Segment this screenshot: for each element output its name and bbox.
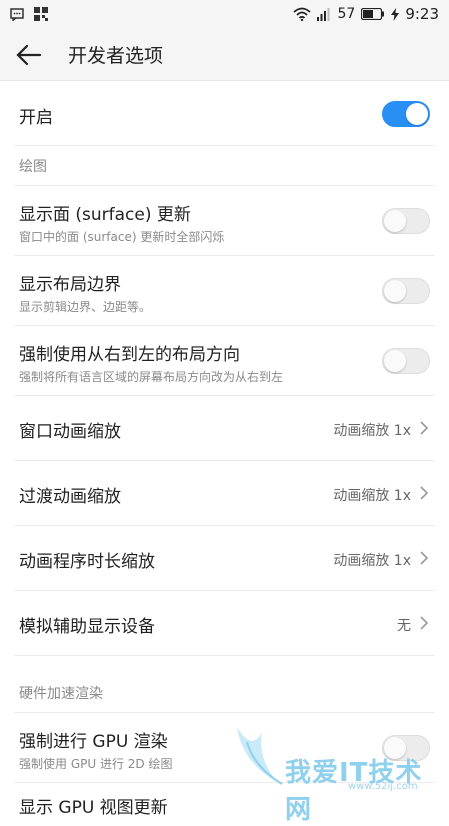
row-subtitle: 窗口中的面 (surface) 更新时全部闪烁 [19,230,225,244]
wifi-icon [293,7,312,21]
row-title: 动画程序时长缩放 [19,552,155,572]
status-left-icons [10,7,48,21]
layout-bounds-row[interactable]: 显示布局边界 显示剪辑边界、边距等。 [0,256,449,326]
row-value: 动画缩放 1x [333,488,411,504]
layout-bounds-toggle[interactable] [382,278,430,304]
simulate-secondary-display-row[interactable]: 模拟辅助显示设备 无 [0,591,449,656]
row-value: 无 [397,618,411,634]
watermark-url: www.52ij.com [348,781,418,792]
watermark-wings-logo [237,727,283,785]
master-switch-label: 开启 [19,108,53,128]
row-title: 显示 GPU 视图更新 [19,798,168,818]
section-title: 硬件加速渲染 [19,686,103,702]
back-arrow-icon[interactable] [14,40,44,70]
battery-icon [361,8,385,20]
clock: 9:23 [405,5,439,23]
section-title: 绘图 [19,159,47,175]
signal-icon [317,7,330,21]
toggle-knob [384,350,406,372]
section-header-drawing: 绘图 [0,146,449,186]
row-title: 强制进行 GPU 渲染 [19,732,168,752]
chevron-right-icon [420,551,429,565]
surface-updates-row[interactable]: 显示面 (surface) 更新 窗口中的面 (surface) 更新时全部闪烁 [0,186,449,256]
rtl-layout-row[interactable]: 强制使用从右到左的布局方向 强制将所有语言区域的屏幕布局方向改为从右到左 [0,326,449,396]
charging-icon [391,7,400,21]
window-animation-scale-row[interactable]: 窗口动画缩放 动画缩放 1x [0,396,449,461]
row-title: 窗口动画缩放 [19,422,121,442]
row-subtitle: 强制将所有语言区域的屏幕布局方向改为从右到左 [19,370,284,384]
chevron-right-icon [420,421,429,435]
toggle-knob [384,210,406,232]
section-header-hw-rendering: 硬件加速渲染 [0,656,449,713]
app-grid-icon [34,7,48,21]
row-subtitle: 显示剪辑边界、边距等。 [19,300,152,314]
row-title: 强制使用从右到左的布局方向 [19,345,240,365]
master-toggle[interactable] [382,101,430,127]
chevron-right-icon [420,616,429,630]
row-title: 显示面 (surface) 更新 [19,205,191,225]
message-icon [10,7,24,21]
transition-animation-scale-row[interactable]: 过渡动画缩放 动画缩放 1x [0,461,449,526]
rtl-layout-toggle[interactable] [382,348,430,374]
row-value: 动画缩放 1x [333,553,411,569]
settings-list: 开启 绘图 显示面 (surface) 更新 窗口中的面 (surface) 更… [0,81,449,823]
status-right-icons: 57 9:23 [293,5,439,23]
row-title: 过渡动画缩放 [19,487,121,507]
app-bar: 开发者选项 [0,30,449,81]
master-switch-row[interactable]: 开启 [0,81,449,146]
row-title: 显示布局边界 [19,275,121,295]
row-value: 动画缩放 1x [333,423,411,439]
toggle-knob [406,103,428,125]
status-bar: 57 9:23 [0,0,449,30]
toggle-knob [384,280,406,302]
animator-duration-scale-row[interactable]: 动画程序时长缩放 动画缩放 1x [0,526,449,591]
page-title: 开发者选项 [68,45,164,67]
row-subtitle: 强制使用 GPU 进行 2D 绘图 [19,757,173,771]
row-title: 模拟辅助显示设备 [19,617,155,637]
surface-updates-toggle[interactable] [382,208,430,234]
chevron-right-icon [420,486,429,500]
battery-percent: 57 [337,6,356,22]
